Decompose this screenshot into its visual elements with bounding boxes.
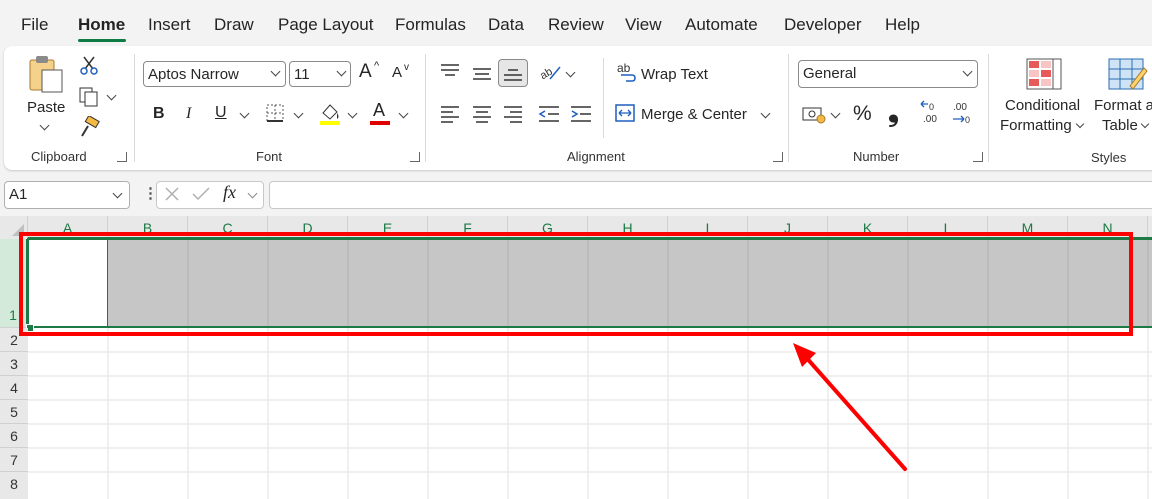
bottom-align-icon bbox=[504, 69, 522, 81]
tab-help[interactable]: Help bbox=[885, 15, 920, 35]
number-dialog-launcher-icon[interactable] bbox=[973, 152, 983, 162]
middle-align-icon[interactable] bbox=[472, 66, 492, 82]
font-dialog-launcher-icon[interactable] bbox=[410, 152, 420, 162]
tab-draw[interactable]: Draw bbox=[214, 15, 254, 35]
conditional-formatting-button[interactable]: Formatting bbox=[1000, 117, 1072, 134]
format-painter-icon[interactable] bbox=[78, 116, 100, 138]
separator bbox=[788, 54, 789, 162]
borders-icon[interactable] bbox=[265, 103, 285, 123]
column-header-partial bbox=[1148, 216, 1152, 239]
comma-style-button[interactable]: ❟ bbox=[888, 96, 899, 129]
decrease-indent-icon[interactable] bbox=[538, 105, 560, 123]
conditional-formatting-icon[interactable] bbox=[1026, 58, 1062, 90]
separator bbox=[603, 58, 604, 138]
increase-font-size-icon[interactable]: A bbox=[359, 61, 372, 83]
svg-text:0: 0 bbox=[929, 102, 934, 112]
percent-style-button[interactable]: % bbox=[853, 102, 872, 126]
font-color-icon[interactable]: A bbox=[373, 100, 385, 121]
tab-view[interactable]: View bbox=[625, 15, 662, 35]
number-group-label: Number bbox=[853, 149, 900, 164]
annotation-arrow-icon bbox=[793, 343, 907, 471]
cut-icon[interactable] bbox=[80, 55, 98, 75]
accounting-format-icon[interactable] bbox=[802, 104, 826, 124]
tab-file[interactable]: File bbox=[21, 15, 48, 35]
name-box[interactable]: A1 bbox=[4, 181, 130, 209]
insert-function-button[interactable]: fx bbox=[223, 182, 236, 203]
separator bbox=[988, 54, 989, 162]
svg-text:ab: ab bbox=[538, 66, 555, 83]
tab-insert[interactable]: Insert bbox=[148, 15, 191, 35]
tab-developer[interactable]: Developer bbox=[784, 15, 862, 35]
font-name-select[interactable]: Aptos Narrow bbox=[143, 61, 286, 87]
number-format-value: General bbox=[803, 65, 857, 82]
bold-button[interactable]: B bbox=[153, 105, 165, 123]
row-header-8[interactable]: 8 bbox=[0, 472, 28, 499]
separator bbox=[425, 54, 426, 162]
highlight-rectangle bbox=[19, 232, 1133, 336]
decrease-font-size-caret: v bbox=[404, 62, 409, 73]
formula-input[interactable] bbox=[269, 181, 1152, 209]
decrease-decimal-label: .00 bbox=[953, 102, 967, 113]
row-header-7[interactable]: 7 bbox=[0, 448, 28, 472]
wrap-arrow-icon bbox=[621, 74, 636, 82]
paste-icon[interactable] bbox=[26, 54, 66, 94]
increase-decimal-icon[interactable]: 0 .00 bbox=[918, 100, 942, 126]
menu-bar: File Home Insert Draw Page Layout Formul… bbox=[0, 0, 1152, 44]
styles-group-label: Styles bbox=[1091, 150, 1127, 165]
cancel-entry-icon[interactable] bbox=[164, 186, 180, 202]
paste-button[interactable]: Paste bbox=[27, 99, 65, 116]
name-box-value: A1 bbox=[9, 186, 28, 203]
svg-text:0: 0 bbox=[965, 115, 970, 125]
merge-center-icon[interactable] bbox=[615, 104, 635, 122]
wrap-text-button[interactable]: Wrap Text bbox=[641, 66, 708, 83]
decrease-decimal-icon[interactable]: .00 0 bbox=[950, 100, 974, 126]
merge-center-button[interactable]: Merge & Center bbox=[641, 106, 747, 123]
tab-formulas[interactable]: Formulas bbox=[395, 15, 466, 35]
tab-data[interactable]: Data bbox=[488, 15, 524, 35]
increase-decimal-label: .00 bbox=[923, 114, 937, 125]
italic-button[interactable]: I bbox=[186, 105, 191, 123]
font-group-label: Font bbox=[256, 149, 283, 164]
increase-indent-icon[interactable] bbox=[570, 105, 592, 123]
increase-font-size-caret: ^ bbox=[374, 60, 380, 72]
fill-color-icon[interactable] bbox=[318, 101, 342, 127]
align-center-icon[interactable] bbox=[472, 105, 492, 123]
cell-grid[interactable] bbox=[28, 328, 1152, 499]
active-tab-indicator bbox=[78, 39, 126, 42]
row-header-5[interactable]: 5 bbox=[0, 400, 28, 424]
format-as-table-button[interactable]: Table bbox=[1102, 117, 1138, 134]
tab-page-layout[interactable]: Page Layout bbox=[278, 15, 373, 35]
format-as-table-icon[interactable] bbox=[1108, 58, 1148, 92]
conditional-formatting-label-1[interactable]: Conditional bbox=[1005, 97, 1080, 114]
row-header-3[interactable]: 3 bbox=[0, 352, 28, 376]
separator bbox=[134, 54, 135, 162]
align-left-icon[interactable] bbox=[440, 105, 460, 123]
font-color-swatch bbox=[370, 121, 390, 125]
tab-review[interactable]: Review bbox=[548, 15, 604, 35]
alignment-group-label: Alignment bbox=[567, 149, 625, 164]
align-right-icon[interactable] bbox=[503, 105, 523, 123]
clipboard-dialog-launcher-icon[interactable] bbox=[117, 152, 127, 162]
clipboard-group-label: Clipboard bbox=[31, 149, 87, 164]
font-name-value: Aptos Narrow bbox=[148, 66, 239, 83]
row-header-4[interactable]: 4 bbox=[0, 376, 28, 400]
tab-automate[interactable]: Automate bbox=[685, 15, 758, 35]
alignment-dialog-launcher-icon[interactable] bbox=[773, 152, 783, 162]
top-align-icon[interactable] bbox=[440, 63, 460, 79]
underline-button[interactable]: U bbox=[215, 104, 227, 122]
format-as-table-label-1[interactable]: Format as bbox=[1094, 97, 1152, 114]
copy-icon[interactable] bbox=[78, 86, 100, 108]
number-format-select[interactable]: General bbox=[798, 60, 978, 88]
tab-home[interactable]: Home bbox=[78, 15, 125, 35]
row-header-6[interactable]: 6 bbox=[0, 424, 28, 448]
orientation-icon[interactable]: ab bbox=[538, 61, 562, 83]
decrease-font-size-icon[interactable]: A bbox=[392, 64, 402, 81]
confirm-entry-icon[interactable] bbox=[191, 186, 211, 202]
font-size-value: 11 bbox=[294, 66, 310, 83]
bottom-align-button[interactable] bbox=[498, 59, 528, 87]
